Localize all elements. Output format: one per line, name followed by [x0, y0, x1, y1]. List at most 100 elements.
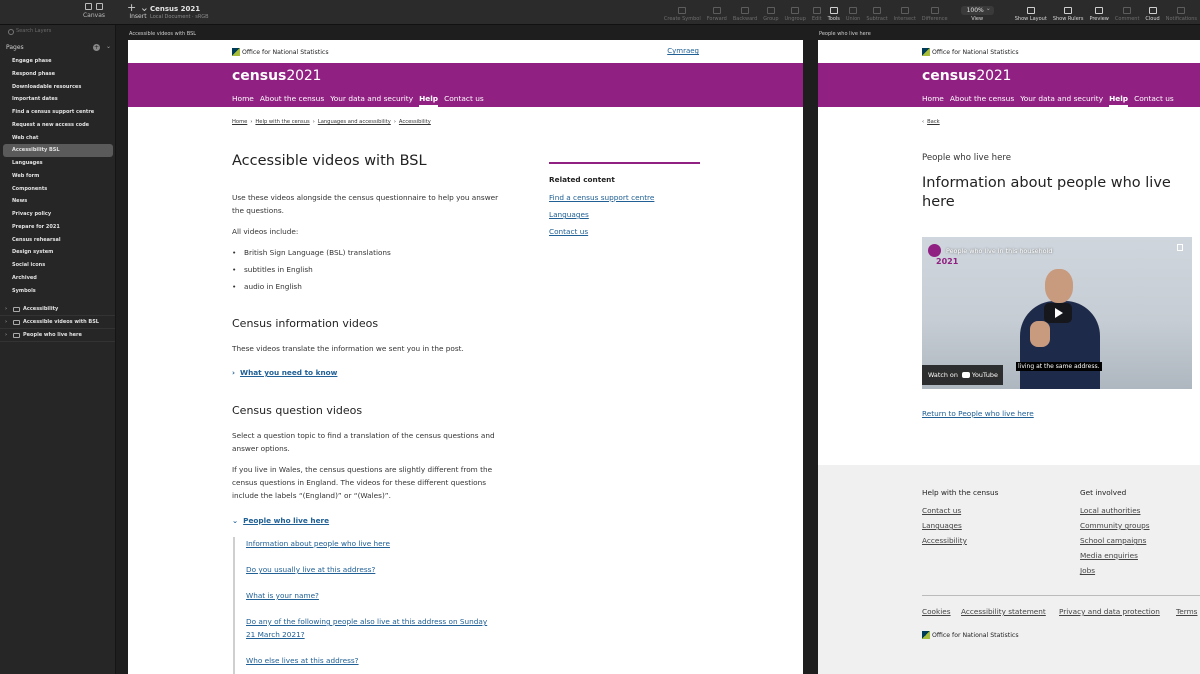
ons-logo[interactable]: Office for National Statistics: [232, 47, 329, 57]
insert-button[interactable]: + ⌄ Insert: [127, 2, 149, 20]
return-link[interactable]: Return to People who live here: [922, 409, 1034, 418]
ons-logo[interactable]: Office for National Statistics: [922, 47, 1019, 57]
breadcrumb-link[interactable]: Languages and accessibility: [318, 119, 391, 125]
artboard-label[interactable]: Accessible videos with BSL: [129, 31, 196, 37]
nav-home[interactable]: Home: [232, 94, 254, 107]
nav-data-security[interactable]: Your data and security: [330, 94, 413, 107]
question-video-link[interactable]: Information about people who live here: [246, 537, 496, 550]
related-link[interactable]: Contact us: [549, 227, 588, 236]
artboard-people-who-live-here[interactable]: Office for National Statistics census202…: [818, 40, 1200, 674]
page-item[interactable]: Components: [3, 183, 113, 196]
layer-row[interactable]: › Accessibility: [0, 303, 115, 316]
footer-link[interactable]: Community groups: [1080, 521, 1150, 530]
search-input[interactable]: Search Layers: [4, 28, 111, 38]
page-item[interactable]: News: [3, 195, 113, 208]
footer-link[interactable]: Accessibility: [922, 536, 967, 545]
breadcrumb-link[interactable]: Accessibility: [399, 119, 431, 125]
add-page-icon[interactable]: +: [93, 44, 100, 51]
breadcrumb-link[interactable]: Home: [232, 119, 247, 125]
page-item[interactable]: Important dates: [3, 93, 113, 106]
back-link[interactable]: ‹ Back: [922, 119, 940, 125]
union-button[interactable]: Union: [846, 0, 860, 24]
question-video-link[interactable]: Do you usually live at this address?: [246, 563, 496, 576]
cymraeg-link[interactable]: Cymraeg: [667, 47, 699, 55]
page-item[interactable]: Symbols: [3, 285, 113, 298]
group-button[interactable]: Group: [763, 0, 779, 24]
video-player[interactable]: People who live in this household 2021 l…: [922, 237, 1192, 389]
footer-link[interactable]: Media enquiries: [1080, 551, 1138, 560]
page-item[interactable]: Engage phase: [3, 55, 113, 68]
census-logo[interactable]: census2021: [922, 68, 1011, 84]
nav-help[interactable]: Help: [1109, 94, 1129, 107]
footer-link[interactable]: Jobs: [1080, 566, 1095, 575]
nav-about[interactable]: About the census: [260, 94, 324, 107]
comment-button[interactable]: Comment: [1115, 0, 1139, 24]
layer-row[interactable]: › Accessible videos with BSL: [0, 316, 115, 329]
page-item[interactable]: Web form: [3, 170, 113, 183]
watch-on-youtube-button[interactable]: Watch on YouTube: [922, 365, 1003, 385]
chevron-right-icon[interactable]: ›: [5, 329, 7, 342]
copy-link-icon[interactable]: [1177, 244, 1183, 251]
nav-contact[interactable]: Contact us: [1134, 94, 1174, 107]
page-item[interactable]: Social icons: [3, 259, 113, 272]
legal-link[interactable]: Accessibility statement: [961, 607, 1046, 616]
canvas-toggle[interactable]: Canvas: [74, 3, 114, 19]
footer-link[interactable]: Contact us: [922, 506, 961, 515]
nav-help[interactable]: Help: [419, 94, 439, 107]
nav-home[interactable]: Home: [922, 94, 944, 107]
nav-data-security[interactable]: Your data and security: [1020, 94, 1103, 107]
artboard-accessible-videos[interactable]: Office for National Statistics Cymraeg c…: [128, 40, 803, 674]
footer-link[interactable]: School campaigns: [1080, 536, 1146, 545]
census-logo[interactable]: census2021: [232, 68, 321, 84]
create-symbol-button[interactable]: Create Symbol: [664, 0, 701, 24]
difference-button[interactable]: Difference: [922, 0, 948, 24]
page-item[interactable]: Web chat: [3, 132, 113, 145]
notifications-button[interactable]: Notifications: [1166, 0, 1197, 24]
view-zoom[interactable]: 100%View: [960, 0, 994, 24]
page-item[interactable]: Respond phase: [3, 68, 113, 81]
breadcrumb-link[interactable]: Help with the census: [255, 119, 309, 125]
page-item[interactable]: Census rehearsal: [3, 234, 113, 247]
cloud-button[interactable]: Cloud: [1145, 0, 1160, 24]
footer-link[interactable]: Languages: [922, 521, 962, 530]
zoom-select[interactable]: 100%: [960, 5, 994, 15]
chevron-right-icon[interactable]: ›: [5, 316, 7, 329]
page-item[interactable]: Downloadable resources: [3, 81, 113, 94]
page-item[interactable]: Prepare for 2021: [3, 221, 113, 234]
page-item[interactable]: Languages: [3, 157, 113, 170]
nav-about[interactable]: About the census: [950, 94, 1014, 107]
people-who-live-here-toggle[interactable]: ⌄ People who live here: [232, 516, 329, 525]
document-title-area[interactable]: Census 2021 Local Document · sRGB: [150, 5, 209, 20]
what-you-need-to-know-link[interactable]: › What you need to know: [232, 368, 337, 377]
page-item[interactable]: Archived: [3, 272, 113, 285]
intersect-button[interactable]: Intersect: [894, 0, 916, 24]
show-rulers-button[interactable]: Show Rulers: [1053, 0, 1083, 24]
layer-row[interactable]: › People who live here: [0, 329, 115, 342]
related-link[interactable]: Find a census support centre: [549, 193, 654, 202]
video-title[interactable]: People who live in this household: [946, 247, 1052, 255]
question-video-link[interactable]: Do any of the following people also live…: [246, 615, 496, 641]
legal-link[interactable]: Privacy and data protection: [1059, 607, 1160, 616]
tools-button[interactable]: Tools: [828, 0, 840, 24]
page-item[interactable]: Design system: [3, 246, 113, 259]
subtract-button[interactable]: Subtract: [866, 0, 888, 24]
ungroup-button[interactable]: Ungroup: [785, 0, 806, 24]
show-layout-button[interactable]: Show Layout: [1015, 0, 1047, 24]
chevron-right-icon[interactable]: ›: [5, 303, 7, 316]
page-item[interactable]: Find a census support centre: [3, 106, 113, 119]
backward-button[interactable]: Backward: [733, 0, 757, 24]
page-item[interactable]: Privacy policy: [3, 208, 113, 221]
artboard-label[interactable]: People who live here: [819, 31, 871, 37]
footer-link[interactable]: Local authorities: [1080, 506, 1140, 515]
page-item-selected[interactable]: Accessibility BSL: [3, 144, 113, 157]
question-video-link[interactable]: Who else lives at this address?: [246, 654, 496, 667]
question-video-link[interactable]: What is your name?: [246, 589, 496, 602]
nav-contact[interactable]: Contact us: [444, 94, 484, 107]
footer-ons-logo[interactable]: Office for National Statistics: [922, 630, 1019, 640]
related-link[interactable]: Languages: [549, 210, 589, 219]
legal-link[interactable]: Terms: [1176, 607, 1198, 616]
preview-button[interactable]: Preview: [1089, 0, 1109, 24]
chevron-down-icon[interactable]: ⌄: [106, 43, 111, 50]
edit-button[interactable]: Edit: [812, 0, 822, 24]
play-icon[interactable]: [1044, 303, 1072, 323]
